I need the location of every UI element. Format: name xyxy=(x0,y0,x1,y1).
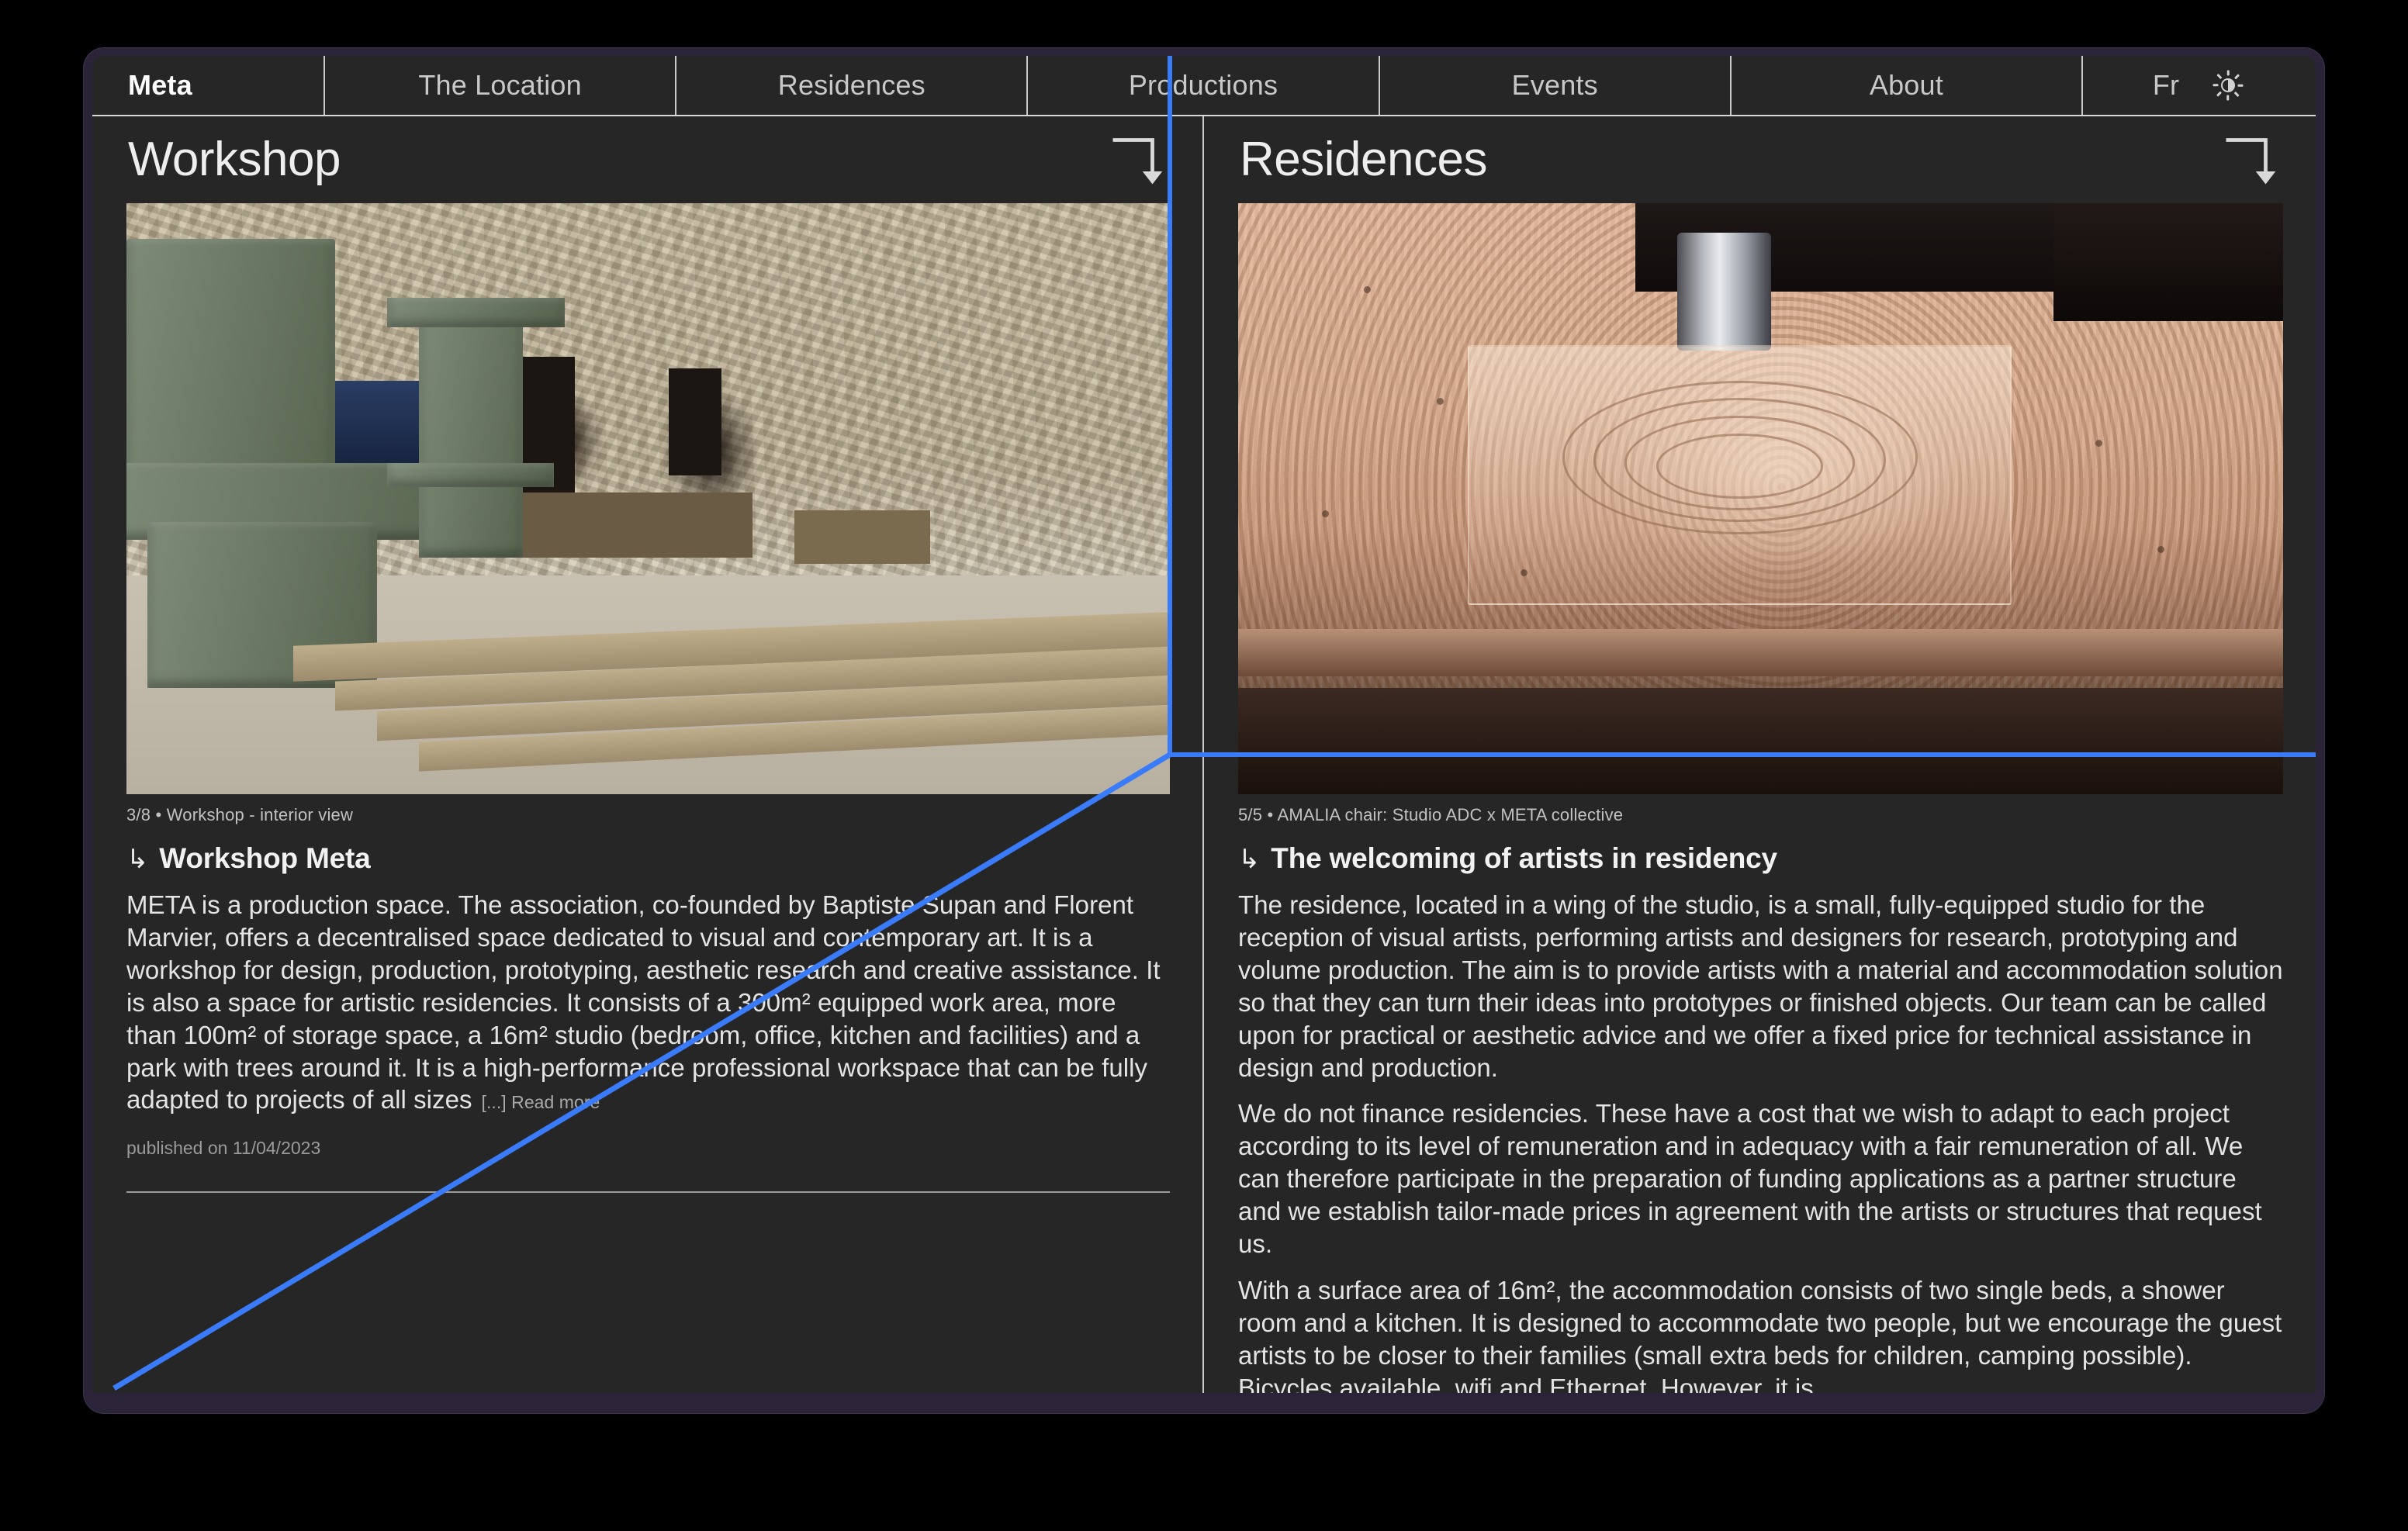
nav-tab-meta[interactable]: Meta xyxy=(92,56,325,115)
body-paragraph: The residence, located in a wing of the … xyxy=(1238,890,2283,1082)
sun-brightness-icon[interactable] xyxy=(2213,70,2244,101)
read-more-link[interactable]: [...] Read more xyxy=(482,1092,600,1112)
nav-tab-events[interactable]: Events xyxy=(1380,56,1732,115)
two-column-content: Workshop 3/8 • Workshop - interior view … xyxy=(92,116,2316,1393)
nav-utility-group: Fr xyxy=(2083,56,2316,115)
nav-tab-label: Events xyxy=(1511,69,1598,101)
arrow-hook-icon: ↳ xyxy=(126,845,149,874)
body-paragraph: We do not finance residencies. These hav… xyxy=(1238,1099,2262,1259)
image-caption: 3/8 • Workshop - interior view xyxy=(126,805,354,824)
page-title: Residences xyxy=(1240,133,1487,186)
entry-title-row: ↳ Workshop Meta xyxy=(126,842,1170,875)
entry-title[interactable]: Workshop Meta xyxy=(159,842,370,875)
page-title: Workshop xyxy=(128,133,341,186)
nav-tab-about[interactable]: About xyxy=(1732,56,2084,115)
paragraph-text: META is a production space. The associat… xyxy=(126,890,1161,1115)
nav-tab-residences[interactable]: Residences xyxy=(676,56,1029,115)
workshop-interior-photo[interactable] xyxy=(126,203,1170,794)
language-switch[interactable]: Fr xyxy=(2153,69,2179,102)
column-header: Workshop xyxy=(126,116,1170,203)
nav-tab-label: Meta xyxy=(128,69,192,101)
section-divider xyxy=(126,1191,1170,1194)
column-workshop: Workshop 3/8 • Workshop - interior view … xyxy=(92,116,1204,1393)
arrow-turn-down-icon[interactable] xyxy=(1109,130,1170,190)
nav-tab-label: Productions xyxy=(1128,69,1278,101)
cnc-milling-photo[interactable] xyxy=(1238,203,2283,794)
entry-title-row: ↳ The welcoming of artists in residency xyxy=(1238,842,2283,875)
nav-tab-label: Residences xyxy=(777,69,925,101)
nav-tab-label: About xyxy=(1869,69,1943,101)
arrow-hook-icon: ↳ xyxy=(1238,845,1261,874)
column-header: Residences xyxy=(1238,116,2283,203)
nav-tab-the-location[interactable]: The Location xyxy=(325,56,677,115)
window-content: Meta The Location Residences Productions… xyxy=(92,56,2316,1393)
body-paragraph: META is a production space. The associat… xyxy=(126,889,1170,1116)
published-date: published on 11/04/2023 xyxy=(126,1138,321,1159)
body-paragraph: With a surface area of 16m², the accommo… xyxy=(1238,1275,2282,1393)
nav-tab-label: The Location xyxy=(418,69,582,101)
nav-tab-productions[interactable]: Productions xyxy=(1028,56,1380,115)
column-residences: Residences 5/5 • AMALIA chair: Studio AD… xyxy=(1204,116,2316,1393)
entry-title[interactable]: The welcoming of artists in residency xyxy=(1271,842,1777,875)
arrow-turn-down-icon[interactable] xyxy=(2223,130,2283,190)
browser-window: Meta The Location Residences Productions… xyxy=(84,48,2324,1413)
main-navigation: Meta The Location Residences Productions… xyxy=(92,56,2316,116)
image-caption: 5/5 • AMALIA chair: Studio ADC x META co… xyxy=(1238,805,1624,824)
